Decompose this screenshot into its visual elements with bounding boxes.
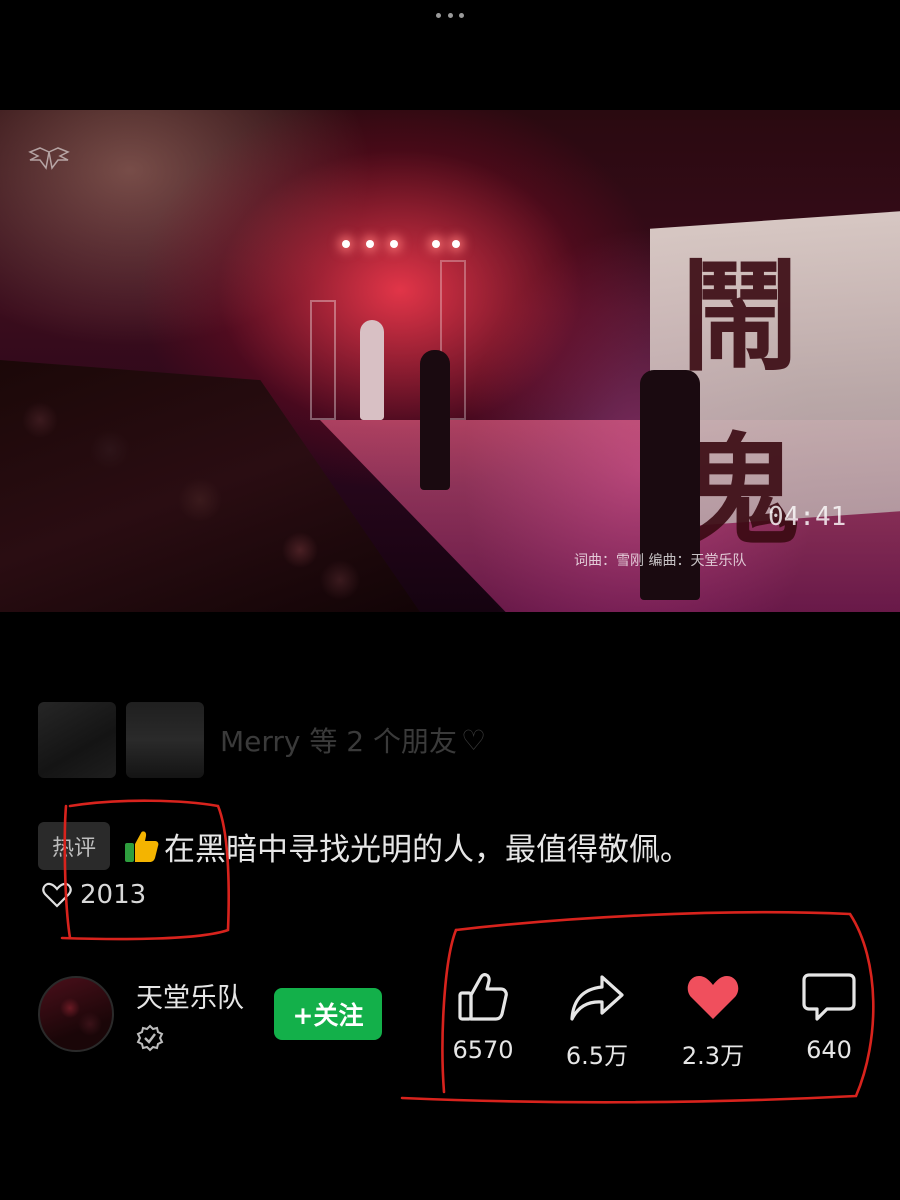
share-arrow-icon bbox=[568, 968, 626, 1026]
favorite-button[interactable]: 2.3万 bbox=[658, 968, 768, 1071]
performer bbox=[360, 320, 384, 420]
hot-comment-like-count: 2013 bbox=[80, 880, 147, 910]
video-crowd bbox=[0, 360, 420, 612]
friends-liked-row[interactable]: Merry 等 2 个朋友 ♡ bbox=[38, 702, 486, 778]
stage-light bbox=[342, 240, 350, 248]
author-avatar[interactable] bbox=[38, 976, 114, 1052]
heart-icon bbox=[686, 968, 740, 1026]
video-player[interactable]: 鬧鬼 04:41 词曲：雪刚 编曲：天堂乐队 bbox=[0, 110, 900, 612]
share-button[interactable]: 6.5万 bbox=[542, 968, 652, 1071]
stage-light bbox=[452, 240, 460, 248]
hot-comment-text: 在黑暗中寻找光明的人，最值得敬佩。 bbox=[164, 831, 692, 868]
friend-avatar[interactable] bbox=[126, 702, 204, 778]
video-feed-page: 鬧鬼 04:41 词曲：雪刚 编曲：天堂乐队 Merry 等 2 个朋友 ♡ 热… bbox=[0, 0, 900, 1200]
favorite-count: 2.3万 bbox=[681, 1042, 745, 1070]
thumbs-up-emoji-icon bbox=[122, 827, 160, 865]
friend-avatar[interactable] bbox=[38, 702, 116, 778]
like-count: 6570 bbox=[452, 1036, 514, 1064]
performer bbox=[420, 350, 450, 490]
friends-liked-text: Merry 等 2 个朋友 bbox=[220, 725, 458, 758]
video-credits: 词曲：雪刚 编曲：天堂乐队 bbox=[574, 553, 747, 569]
heart-outline-icon: ♡ bbox=[461, 723, 487, 757]
thumbs-up-icon bbox=[455, 968, 511, 1026]
comment-bubble-icon bbox=[801, 968, 857, 1026]
author-name[interactable]: 天堂乐队 bbox=[136, 976, 244, 1015]
hot-comment-like[interactable]: 2013 bbox=[42, 880, 146, 910]
comment-count: 640 bbox=[806, 1036, 852, 1064]
heart-outline-icon bbox=[42, 882, 72, 908]
stage-light bbox=[366, 240, 374, 248]
more-options-icon[interactable] bbox=[436, 10, 464, 20]
stage-truss bbox=[310, 300, 336, 420]
author-info[interactable]: 天堂乐队 bbox=[38, 976, 244, 1052]
stage-light bbox=[432, 240, 440, 248]
follow-button[interactable]: +关注 bbox=[274, 988, 382, 1040]
channel-logo-icon bbox=[26, 146, 72, 174]
hot-comment[interactable]: 热评 在黑暗中寻找光明的人，最值得敬佩。 bbox=[38, 822, 691, 870]
comment-button[interactable]: 640 bbox=[774, 968, 884, 1064]
hot-comment-badge: 热评 bbox=[38, 822, 111, 870]
stage-light bbox=[390, 240, 398, 248]
video-timestamp: 04:41 bbox=[768, 502, 847, 532]
action-bar: 6570 6.5万 2.3万 640 bbox=[440, 968, 880, 1078]
friends-text-wrap: Merry 等 2 个朋友 ♡ bbox=[220, 720, 486, 760]
verified-badge-icon bbox=[136, 1024, 164, 1056]
share-count: 6.5万 bbox=[565, 1042, 629, 1070]
like-button[interactable]: 6570 bbox=[428, 968, 538, 1064]
